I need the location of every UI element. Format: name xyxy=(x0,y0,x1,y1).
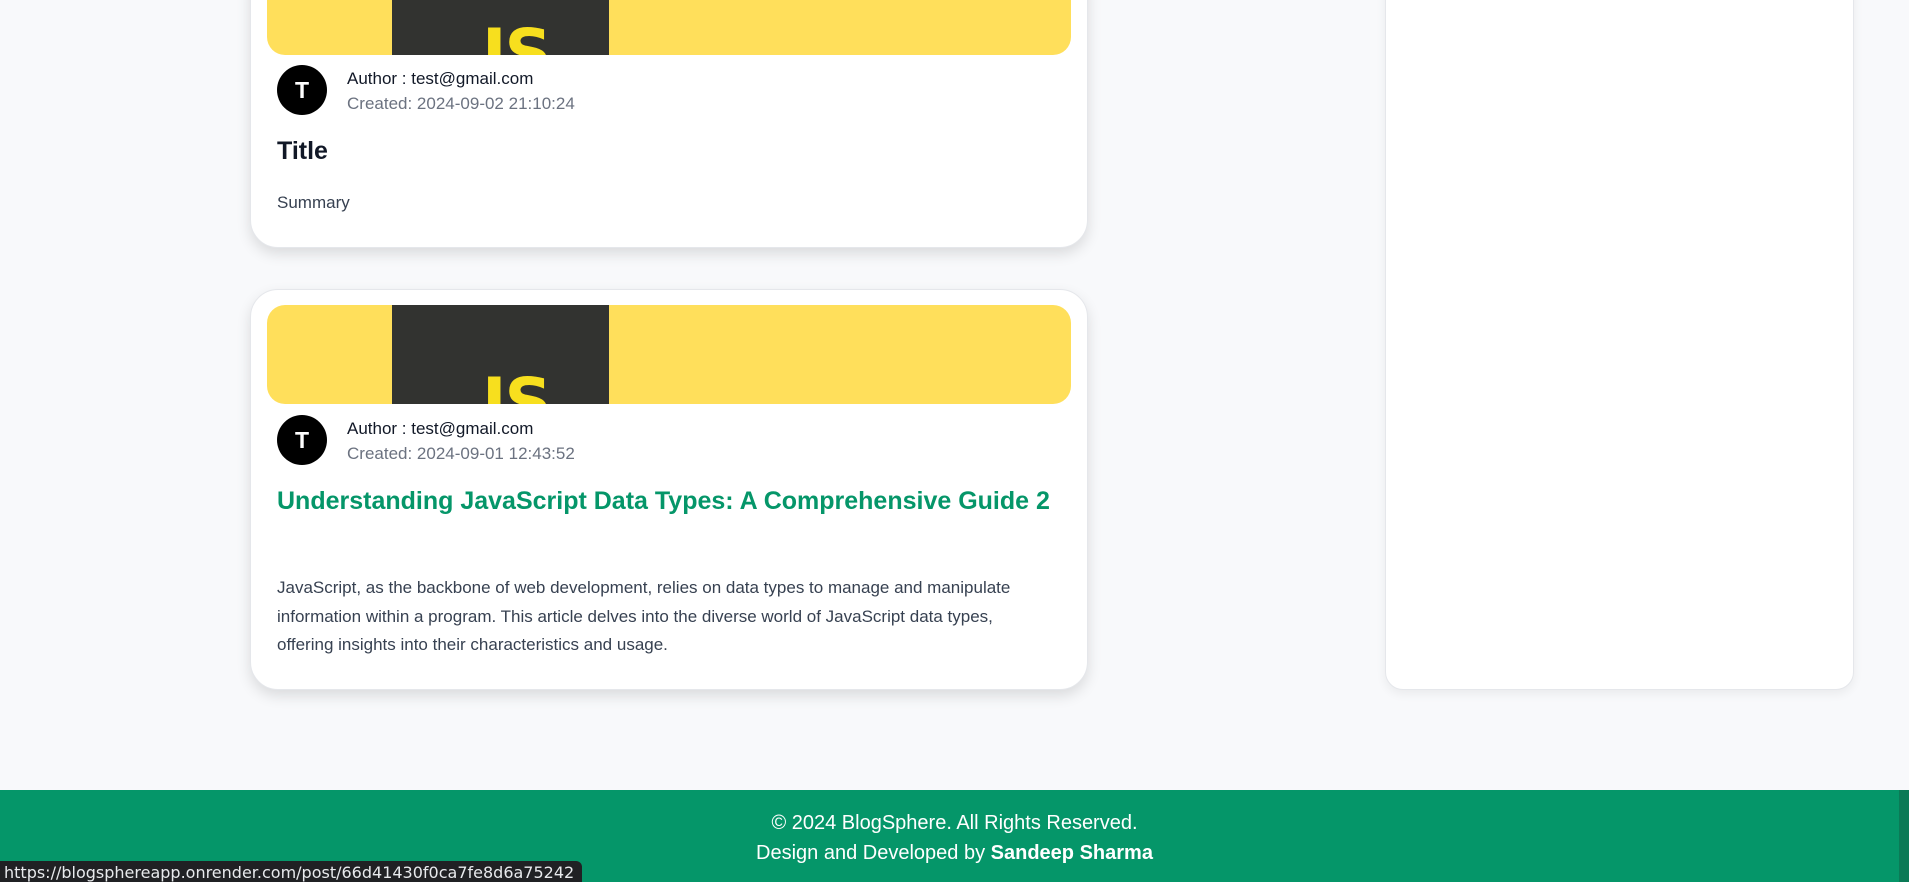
post-banner-image[interactable]: JS xyxy=(267,305,1071,404)
post-author: Author : test@gmail.com xyxy=(347,419,534,438)
scrollbar[interactable] xyxy=(1899,790,1909,882)
js-logo-text: JS xyxy=(482,364,552,405)
js-logo-block: JS xyxy=(392,305,609,404)
post-banner-image[interactable]: JS xyxy=(267,0,1071,55)
avatar: T xyxy=(277,65,327,115)
post-summary: JavaScript, as the backbone of web devel… xyxy=(277,578,1011,654)
avatar: T xyxy=(277,415,327,465)
post-author: Author : test@gmail.com xyxy=(347,69,534,88)
post-card[interactable]: JS T Author : test@gmail.com Created: 20… xyxy=(250,0,1088,248)
post-summary: Summary xyxy=(277,193,350,212)
js-logo-text: JS xyxy=(482,15,552,56)
post-title-link[interactable]: Understanding JavaScript Data Types: A C… xyxy=(277,484,1067,519)
sidebar-panel xyxy=(1385,0,1854,690)
post-title[interactable]: Title xyxy=(277,134,1067,169)
footer-copyright: © 2024 BlogSphere. All Rights Reserved. xyxy=(771,812,1138,834)
js-logo-block: JS xyxy=(392,0,609,55)
post-created-date: Created: 2024-09-01 12:43:52 xyxy=(347,444,575,463)
footer-credit-name: Sandeep Sharma xyxy=(990,842,1153,864)
status-bar-url: https://blogsphereapp.onrender.com/post/… xyxy=(0,861,583,882)
post-card[interactable]: JS T Author : test@gmail.com Created: 20… xyxy=(250,289,1088,690)
footer-credit-prefix: Design and Developed by xyxy=(756,842,991,864)
post-created-date: Created: 2024-09-02 21:10:24 xyxy=(347,94,575,113)
